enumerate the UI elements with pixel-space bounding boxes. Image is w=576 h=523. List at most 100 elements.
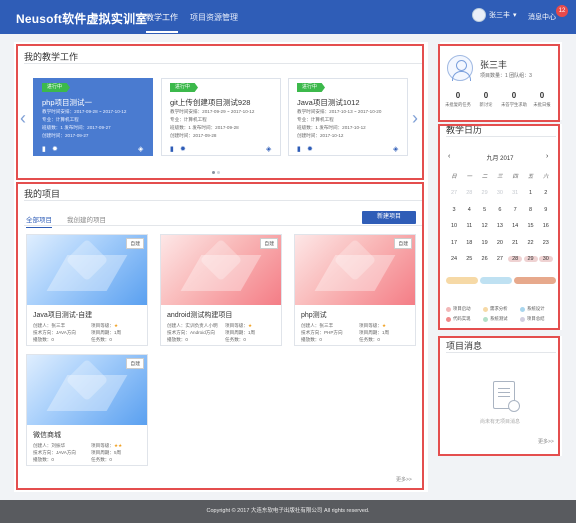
gear-icon[interactable]: ✹ [180, 145, 186, 153]
project-tasks: 任务数：0 [91, 337, 112, 342]
teaching-card-title[interactable]: git上传创建项目测试928 [170, 97, 250, 108]
cube-icon[interactable]: ◈ [138, 145, 143, 153]
legend-label: 系统设计 [527, 306, 545, 311]
calendar-day[interactable]: 7 [508, 207, 522, 213]
project-tasks: 任务数：0 [91, 457, 112, 462]
calendar-day[interactable]: 19 [478, 240, 492, 246]
calendar-day[interactable]: 21 [508, 240, 522, 246]
calendar-day[interactable]: 24 [447, 256, 461, 262]
star-icon: ★★ [113, 443, 123, 448]
calendar-day[interactable]: 26 [478, 256, 492, 262]
teaching-card[interactable]: 进行中 php项目测试一 教学时间安排：2017-09-28 ~ 2017-10… [33, 78, 153, 156]
stat-help-requests[interactable]: 0 未答学生求助 [500, 91, 528, 108]
project-card[interactable]: 自建 android测试构建项目 创建人：实训负责人小明 项目等级：★ 技术方向… [160, 234, 282, 346]
calendar-weekday: 四 [512, 174, 518, 180]
nav-teaching-work[interactable]: 教学工作 [146, 12, 178, 33]
gear-icon[interactable]: ✹ [307, 145, 313, 153]
stat-pending-tasks[interactable]: 0 未批复的任务 [444, 91, 472, 108]
gear-icon[interactable]: ✹ [52, 145, 58, 153]
project-card[interactable]: 自建 Java项目测试-自建 创建人：张三丰 项目等级：★ 技术方向：JAVA方… [26, 234, 148, 346]
new-project-button[interactable]: 新建项目 [362, 211, 416, 224]
user-menu[interactable]: 张三丰 ▾ [472, 8, 517, 22]
book-icon[interactable]: ▮ [297, 145, 301, 153]
divider [24, 225, 422, 226]
project-level: 项目等级：★ [359, 323, 387, 328]
project-creator: 创建人：刘振华 [33, 443, 66, 448]
legend-item: 系统设计 [520, 306, 545, 312]
calendar-day[interactable]: 3 [447, 207, 461, 213]
calendar-day[interactable]: 29 [523, 256, 538, 262]
calendar-day[interactable]: 23 [539, 240, 553, 246]
calendar-day[interactable]: 13 [493, 223, 507, 229]
nav-project-resources[interactable]: 项目资源管理 [190, 12, 238, 23]
book-icon[interactable]: ▮ [170, 145, 174, 153]
calendar-day[interactable]: 6 [493, 207, 507, 213]
stat-new-discussions[interactable]: 0 新讨论 [472, 91, 500, 108]
project-title[interactable]: Java项目测试-自建 [33, 310, 92, 320]
teaching-card-title[interactable]: Java项目测试1012 [297, 97, 360, 108]
teaching-card-title[interactable]: php项目测试一 [42, 97, 92, 108]
tab-all-projects[interactable]: 全部项目 [26, 214, 52, 228]
calendar-day[interactable]: 10 [447, 223, 461, 229]
teaching-card[interactable]: 进行中 Java项目测试1012 教学时间安排：2017-10-13 ~ 201… [288, 78, 408, 156]
project-title[interactable]: php测试 [301, 310, 327, 320]
teaching-card-classes: 班级数：1 发布时间：2017-09-27 [42, 125, 111, 130]
calendar-day[interactable]: 28 [508, 256, 523, 262]
calendar-day[interactable]: 12 [478, 223, 492, 229]
cube-icon[interactable]: ◈ [393, 145, 398, 153]
calendar-day[interactable]: 30 [538, 256, 553, 262]
self-built-badge: 自建 [260, 238, 278, 249]
calendar-day[interactable]: 5 [478, 207, 492, 213]
status-tag: 进行中 [42, 83, 71, 92]
calendar-day[interactable]: 27 [493, 256, 507, 262]
carousel-prev-icon[interactable]: ‹ [20, 108, 26, 129]
calendar-day[interactable]: 2 [539, 190, 553, 196]
carousel-dots [212, 171, 220, 174]
calendar-day[interactable]: 17 [447, 240, 461, 246]
project-card[interactable]: 自建 微信商城 创建人：刘振华 项目等级：★★ 技术方向：JAVA方向 项目周期… [26, 354, 148, 466]
calendar-day[interactable]: 8 [524, 207, 538, 213]
messages-more-link[interactable]: 更多>> [538, 438, 554, 445]
projects-more-link[interactable]: 更多>> [396, 476, 412, 483]
carousel-dot[interactable] [217, 171, 220, 174]
calendar-day[interactable]: 15 [524, 223, 538, 229]
carousel-dot[interactable] [212, 171, 215, 174]
tab-my-created-projects[interactable]: 我创建的项目 [67, 214, 106, 224]
message-count-badge: 12 [556, 5, 568, 17]
legend-label: 系统测试 [490, 316, 508, 321]
calendar-day[interactable]: 9 [539, 207, 553, 213]
calendar-day[interactable]: 1 [524, 190, 538, 196]
calendar-day[interactable]: 16 [539, 223, 553, 229]
calendar-day[interactable]: 25 [462, 256, 476, 262]
calendar-day[interactable]: 27 [447, 190, 461, 196]
carousel-next-icon[interactable]: › [412, 108, 418, 129]
calendar-day[interactable]: 30 [493, 190, 507, 196]
calendar-day[interactable]: 20 [493, 240, 507, 246]
calendar-day[interactable]: 22 [524, 240, 538, 246]
calendar-day[interactable]: 29 [478, 190, 492, 196]
project-tasks: 任务数：0 [359, 337, 380, 342]
project-title[interactable]: android测试构建项目 [167, 310, 232, 320]
calendar-day[interactable]: 18 [462, 240, 476, 246]
cube-icon[interactable]: ◈ [266, 145, 271, 153]
app-logo[interactable]: Neusoft软件虚拟实训室 [16, 10, 147, 27]
message-center-link[interactable]: 消息中心 [528, 12, 556, 22]
project-title[interactable]: 微信商城 [33, 430, 61, 440]
calendar-day[interactable]: 31 [508, 190, 522, 196]
calendar-day[interactable]: 4 [462, 207, 476, 213]
calendar-day[interactable]: 28 [462, 190, 476, 196]
profile-meta: 项目数量：1 团队组：3 [480, 73, 532, 79]
book-icon[interactable]: ▮ [42, 145, 46, 153]
teaching-card-schedule: 教学时间安排：2017-10-13 ~ 2017-10-20 [297, 109, 382, 114]
divider [446, 352, 556, 353]
legend-label: 代码实现 [453, 316, 471, 321]
legend-item: 代码实现 [446, 316, 471, 322]
teaching-card[interactable]: 进行中 git上传创建项目测试928 教学时间安排：2017-09-29 ~ 2… [161, 78, 281, 156]
calendar-day[interactable]: 14 [508, 223, 522, 229]
legend-label: 项目总结 [527, 316, 545, 321]
project-card[interactable]: 自建 php测试 创建人：张三丰 项目等级：★ 技术方向：PHP方向 项目周期：… [294, 234, 416, 346]
user-avatar-icon[interactable] [447, 55, 473, 81]
calendar-day[interactable]: 11 [462, 223, 476, 229]
self-built-badge: 自建 [126, 238, 144, 249]
stat-daily-reports[interactable]: 0 未批日报 [528, 91, 556, 108]
